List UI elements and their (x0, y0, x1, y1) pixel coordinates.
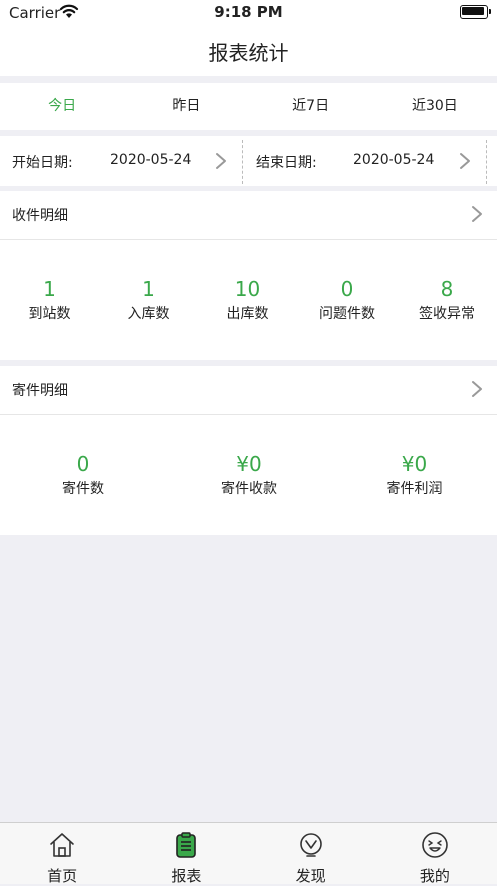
stat-value: ¥0 (401, 452, 428, 476)
stat-value: 0 (76, 452, 90, 476)
receive-detail-header[interactable]: 收件明细 (0, 191, 497, 239)
stat-value: ¥0 (236, 452, 262, 476)
status-bar: Carrier 9:18 PM (0, 0, 497, 26)
chevron-right-icon (216, 153, 226, 169)
stat-stored[interactable]: 1 入库数 (99, 277, 198, 323)
stat-label: 寄件收款 (221, 481, 277, 497)
stat-value: 0 (340, 277, 354, 301)
discover-icon (299, 833, 322, 857)
tabbar-discover[interactable]: 发现 (249, 823, 373, 885)
battery-icon (460, 5, 491, 19)
chevron-right-icon (460, 153, 470, 169)
stat-label: 出库数 (226, 306, 269, 322)
stat-sign-exception[interactable]: 8 签收异常 (397, 277, 497, 323)
stat-sent-profit[interactable]: ¥0 寄件利润 (332, 452, 497, 498)
stat-sent-revenue[interactable]: ¥0 寄件收款 (166, 452, 332, 498)
date-divider (242, 140, 243, 184)
start-date-value: 2020-05-24 (110, 152, 192, 168)
home-icon (50, 833, 74, 857)
period-tabs: 今日 昨日 近7日 近30日 (0, 83, 497, 130)
stat-label: 到站数 (28, 306, 71, 322)
stat-value: 1 (43, 277, 56, 301)
stat-label: 寄件利润 (386, 481, 443, 497)
stat-value: 8 (440, 277, 454, 301)
tab-7-days[interactable]: 近7日 (249, 83, 373, 130)
stat-value: 1 (142, 277, 155, 301)
nav-bar: 报表统计 (0, 26, 497, 76)
end-date-value: 2020-05-24 (353, 152, 435, 168)
stat-arrived[interactable]: 1 到站数 (0, 277, 99, 323)
report-icon (176, 832, 197, 858)
date-range-row: 开始日期: 2020-05-24 结束日期: 2020-05-24 (0, 136, 497, 186)
tab-today[interactable]: 今日 (0, 83, 124, 130)
stat-label: 寄件数 (62, 481, 104, 497)
tabbar-report[interactable]: 报表 (124, 823, 248, 885)
tabbar-mine[interactable]: 我的 (373, 823, 497, 885)
chevron-right-icon (472, 381, 482, 397)
receive-stats: 1 到站数 1 入库数 10 出库数 0 问题件数 8 签收异常 (0, 239, 497, 360)
start-date-label: 开始日期: (12, 155, 73, 171)
send-stats: 0 寄件数 ¥0 寄件收款 ¥0 寄件利润 (0, 414, 497, 535)
stat-value: 10 (234, 277, 261, 301)
send-detail-title: 寄件明细 (12, 383, 68, 399)
stat-label: 问题件数 (319, 306, 375, 322)
bottom-tab-bar: 首页 报表 发现 我的 (0, 822, 497, 885)
stat-sent-count[interactable]: 0 寄件数 (0, 452, 166, 498)
tabbar-home[interactable]: 首页 (0, 823, 124, 885)
tab-30-days[interactable]: 近30日 (373, 83, 497, 130)
date-divider (486, 140, 487, 184)
end-date-label: 结束日期: (256, 155, 317, 171)
receive-detail-title: 收件明细 (12, 208, 68, 224)
end-date-picker[interactable]: 结束日期: 2020-05-24 (244, 136, 486, 186)
page-title: 报表统计 (208, 41, 289, 65)
smiley-icon (422, 832, 448, 858)
clock: 9:18 PM (214, 3, 283, 21)
stat-outbound[interactable]: 10 出库数 (198, 277, 297, 323)
send-detail-header[interactable]: 寄件明细 (0, 366, 497, 414)
start-date-picker[interactable]: 开始日期: 2020-05-24 (0, 136, 242, 186)
stat-label: 入库数 (127, 306, 170, 322)
chevron-right-icon (472, 206, 482, 222)
tab-yesterday[interactable]: 昨日 (124, 83, 248, 130)
stat-problem[interactable]: 0 问题件数 (297, 277, 397, 323)
stat-label: 签收异常 (419, 306, 475, 322)
